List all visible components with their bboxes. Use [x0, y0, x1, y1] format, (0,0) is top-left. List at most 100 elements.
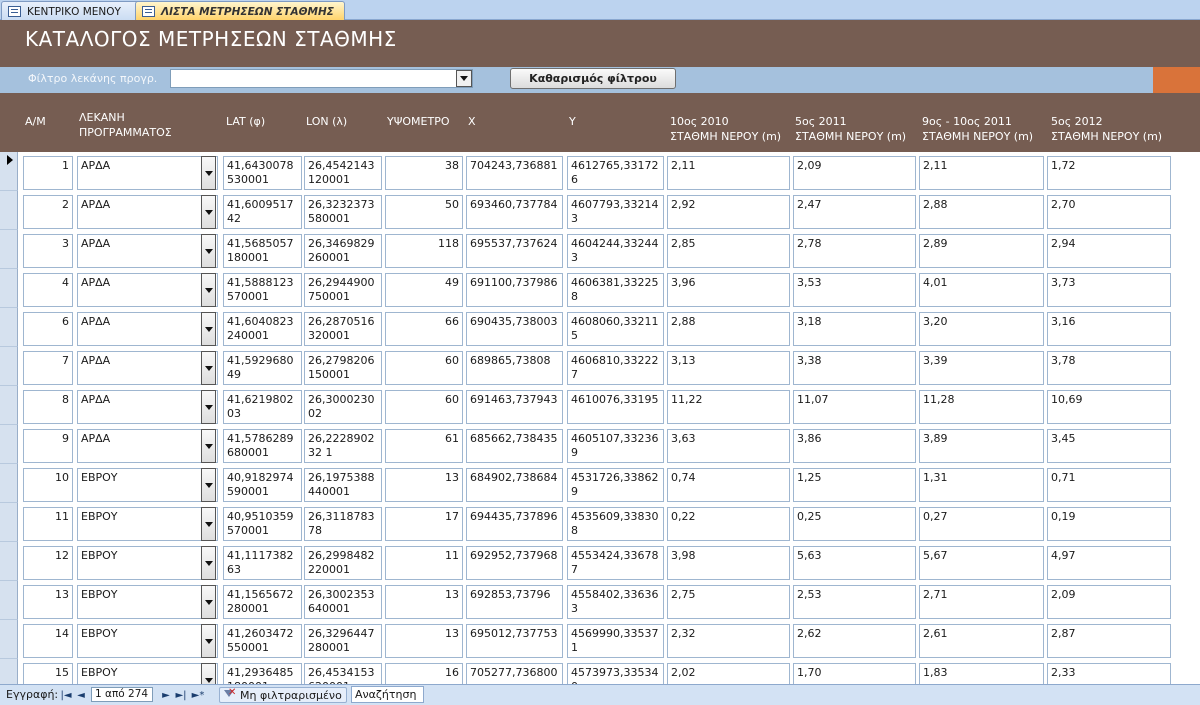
cell-x[interactable]: 689865,73808: [466, 351, 563, 385]
cell-level-may-2011[interactable]: 2,47: [793, 195, 916, 229]
cell-lat[interactable]: 41,1565672280001: [223, 585, 302, 619]
cell-x[interactable]: 684902,738684: [466, 468, 563, 502]
cell-x[interactable]: 685662,738435: [466, 429, 563, 463]
cell-x[interactable]: 695537,737624: [466, 234, 563, 268]
cell-level-may-2012[interactable]: 1,72: [1047, 156, 1171, 190]
cell-basin[interactable]: ΕΒΡΟΥ: [77, 468, 218, 502]
cell-y[interactable]: 4607793,332143: [567, 195, 664, 229]
cell-level-may-2011[interactable]: 2,62: [793, 624, 916, 658]
cell-basin[interactable]: ΑΡΔΑ: [77, 429, 218, 463]
cell-level-sep-oct-2011[interactable]: 11,28: [919, 390, 1044, 424]
cell-basin[interactable]: ΕΒΡΟΥ: [77, 663, 218, 684]
cell-lon[interactable]: 26,4534153620001: [304, 663, 382, 684]
tab-measurements-list[interactable]: ΛΙΣΤΑ ΜΕΤΡΗΣΕΩΝ ΣΤΑΘΜΗΣ: [135, 1, 345, 21]
cell-am[interactable]: 15: [23, 663, 73, 684]
basin-dropdown-button[interactable]: [201, 351, 216, 385]
cell-am[interactable]: 4: [23, 273, 73, 307]
cell-level-may-2012[interactable]: 10,69: [1047, 390, 1171, 424]
filter-state-toggle[interactable]: Μη φιλτραρισμένο: [219, 687, 347, 703]
basin-dropdown-button[interactable]: [201, 390, 216, 424]
cell-level-oct-2010[interactable]: 3,63: [667, 429, 790, 463]
cell-x[interactable]: 705277,736800: [466, 663, 563, 684]
cell-level-may-2012[interactable]: 2,94: [1047, 234, 1171, 268]
cell-level-oct-2010[interactable]: 3,98: [667, 546, 790, 580]
cell-lon[interactable]: 26,3232373580001: [304, 195, 382, 229]
cell-y[interactable]: 4569990,335371: [567, 624, 664, 658]
cell-x[interactable]: 692952,737968: [466, 546, 563, 580]
cell-lon[interactable]: 26,3002353640001: [304, 585, 382, 619]
cell-level-may-2011[interactable]: 3,38: [793, 351, 916, 385]
cell-lon[interactable]: 26,4542143120001: [304, 156, 382, 190]
search-input[interactable]: Αναζήτηση: [351, 686, 424, 703]
cell-am[interactable]: 1: [23, 156, 73, 190]
record-selector[interactable]: [0, 191, 18, 230]
cell-level-sep-oct-2011[interactable]: 2,88: [919, 195, 1044, 229]
cell-lat[interactable]: 40,9182974590001: [223, 468, 302, 502]
record-selector[interactable]: [0, 308, 18, 347]
cell-lat[interactable]: 41,111738263: [223, 546, 302, 580]
cell-lon[interactable]: 26,1975388440001: [304, 468, 382, 502]
cell-lat[interactable]: 41,5685057180001: [223, 234, 302, 268]
cell-altitude[interactable]: 66: [385, 312, 463, 346]
cell-am[interactable]: 3: [23, 234, 73, 268]
cell-altitude[interactable]: 61: [385, 429, 463, 463]
cell-lat[interactable]: 41,2603472550001: [223, 624, 302, 658]
cell-x[interactable]: 691463,737943: [466, 390, 563, 424]
cell-y[interactable]: 4610076,33195: [567, 390, 664, 424]
cell-altitude[interactable]: 13: [385, 468, 463, 502]
cell-level-may-2011[interactable]: 1,70: [793, 663, 916, 684]
basin-dropdown-button[interactable]: [201, 234, 216, 268]
cell-lat[interactable]: 41,6040823240001: [223, 312, 302, 346]
record-selector[interactable]: [0, 659, 18, 684]
cell-altitude[interactable]: 13: [385, 585, 463, 619]
cell-am[interactable]: 11: [23, 507, 73, 541]
clear-filter-button[interactable]: Καθαρισμός φίλτρου: [510, 68, 676, 89]
cell-level-oct-2010[interactable]: 2,32: [667, 624, 790, 658]
basin-dropdown-button[interactable]: [201, 507, 216, 541]
record-selector[interactable]: [0, 503, 18, 542]
cell-y[interactable]: 4535609,338308: [567, 507, 664, 541]
cell-y[interactable]: 4558402,336363: [567, 585, 664, 619]
cell-x[interactable]: 692853,73796: [466, 585, 563, 619]
record-selector[interactable]: [0, 152, 18, 191]
record-selector[interactable]: [0, 386, 18, 425]
current-record-input[interactable]: 1 από 274: [91, 687, 153, 702]
basin-dropdown-button[interactable]: [201, 585, 216, 619]
cell-level-oct-2010[interactable]: 2,85: [667, 234, 790, 268]
cell-am[interactable]: 14: [23, 624, 73, 658]
basin-dropdown-button[interactable]: [201, 312, 216, 346]
cell-level-may-2012[interactable]: 2,09: [1047, 585, 1171, 619]
cell-altitude[interactable]: 49: [385, 273, 463, 307]
record-selector[interactable]: [0, 620, 18, 659]
cell-am[interactable]: 8: [23, 390, 73, 424]
record-selector[interactable]: [0, 425, 18, 464]
cell-level-may-2012[interactable]: 4,97: [1047, 546, 1171, 580]
cell-y[interactable]: 4531726,338629: [567, 468, 664, 502]
cell-level-oct-2010[interactable]: 2,02: [667, 663, 790, 684]
cell-level-may-2012[interactable]: 0,71: [1047, 468, 1171, 502]
cell-basin[interactable]: ΕΒΡΟΥ: [77, 507, 218, 541]
cell-basin[interactable]: ΕΒΡΟΥ: [77, 585, 218, 619]
cell-lat[interactable]: 41,621980203: [223, 390, 302, 424]
basin-filter-combo[interactable]: [170, 69, 473, 88]
cell-level-may-2012[interactable]: 3,78: [1047, 351, 1171, 385]
cell-lat[interactable]: 41,592968049: [223, 351, 302, 385]
cell-y[interactable]: 4612765,331726: [567, 156, 664, 190]
record-selector[interactable]: [0, 464, 18, 503]
cell-level-may-2012[interactable]: 2,87: [1047, 624, 1171, 658]
tab-main-menu[interactable]: ΚΕΝΤΡΙΚΟ ΜΕΝΟΥ: [1, 1, 148, 21]
cell-basin[interactable]: ΑΡΔΑ: [77, 234, 218, 268]
cell-level-may-2011[interactable]: 0,25: [793, 507, 916, 541]
cell-level-may-2011[interactable]: 3,53: [793, 273, 916, 307]
record-selector[interactable]: [0, 542, 18, 581]
last-record-button[interactable]: ►|: [174, 688, 188, 702]
cell-level-may-2012[interactable]: 3,16: [1047, 312, 1171, 346]
cell-altitude[interactable]: 17: [385, 507, 463, 541]
basin-dropdown-button[interactable]: [201, 429, 216, 463]
cell-level-may-2012[interactable]: 0,19: [1047, 507, 1171, 541]
cell-x[interactable]: 694435,737896: [466, 507, 563, 541]
previous-record-button[interactable]: ◄: [75, 688, 87, 702]
cell-y[interactable]: 4608060,332115: [567, 312, 664, 346]
cell-level-sep-oct-2011[interactable]: 3,20: [919, 312, 1044, 346]
cell-lat[interactable]: 41,6430078530001: [223, 156, 302, 190]
